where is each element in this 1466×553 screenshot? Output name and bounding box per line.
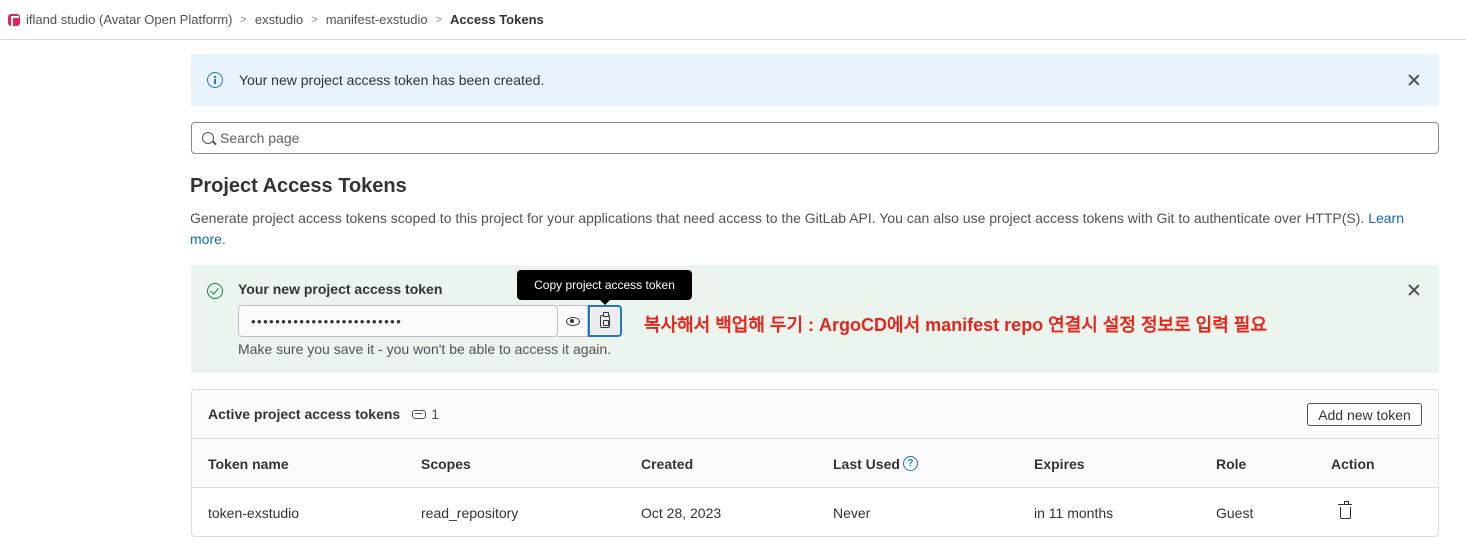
token-created-message: Your new project access token has been c…	[239, 72, 545, 88]
breadcrumb-current[interactable]: Access Tokens	[450, 12, 544, 27]
column-header: Role	[1216, 455, 1247, 472]
new-token-title: Your new project access token	[238, 281, 443, 297]
column-header-last-used: Last Used ?	[833, 439, 918, 488]
last-used-cell: Never	[833, 504, 871, 521]
breadcrumb-item-subgroup[interactable]: exstudio	[255, 12, 303, 27]
close-icon[interactable]	[1407, 73, 1421, 87]
action-cell	[1331, 488, 1352, 536]
table-row: token-exstudio read_repository Oct 28, 2…	[192, 488, 1438, 536]
breadcrumb-separator: >	[240, 13, 247, 26]
scopes-cell: read_repository	[421, 504, 519, 521]
column-header: Action	[1331, 455, 1375, 472]
created-cell: Oct 28, 2023	[641, 504, 722, 521]
copy-tooltip: Copy project access token	[517, 270, 692, 305]
page-description: Generate project access tokens scoped to…	[190, 208, 1440, 250]
card-title: Active project access tokens	[208, 406, 401, 422]
check-circle-icon	[207, 283, 223, 299]
help-icon[interactable]: ?	[902, 456, 918, 471]
annotation-text: 복사해서 백업해 두기 : ArgoCD에서 manifest repo 연결시…	[644, 315, 1267, 335]
reveal-token-button[interactable]	[558, 305, 588, 337]
token-created-alert: Your new project access token has been c…	[191, 54, 1439, 106]
token-count: 1	[431, 406, 440, 422]
search-input[interactable]: Search page	[191, 122, 1439, 154]
table-header-row: Token name Scopes Created Last Used ? Ex…	[192, 439, 1438, 488]
description-text: Generate project access tokens scoped to…	[190, 210, 1365, 226]
clipboard-icon	[600, 311, 610, 328]
expires-cell: in 11 months	[1034, 504, 1114, 521]
column-header: Last Used	[833, 455, 900, 472]
trash-icon[interactable]	[1338, 500, 1352, 519]
new-token-alert: Your new project access token ••••••••••…	[191, 265, 1439, 373]
ifland-logo-icon	[8, 13, 20, 26]
close-icon[interactable]	[1407, 283, 1421, 297]
info-icon	[207, 72, 223, 88]
token-name-cell: token-exstudio	[208, 504, 300, 521]
save-token-note: Make sure you save it - you won't be abl…	[238, 341, 612, 357]
breadcrumb-separator: >	[311, 13, 318, 26]
breadcrumb: ifland studio (Avatar Open Platform) > e…	[0, 0, 1466, 40]
card-header: Active project access tokens 1 Add new t…	[192, 390, 1438, 439]
page-title: Project Access Tokens	[190, 175, 407, 197]
search-placeholder: Search page	[220, 130, 300, 146]
column-header: Created	[641, 455, 694, 472]
column-header: Scopes	[421, 455, 471, 472]
breadcrumb-item-group[interactable]: ifland studio (Avatar Open Platform)	[26, 12, 232, 27]
breadcrumb-separator: >	[435, 13, 443, 26]
breadcrumb-item-project[interactable]: manifest-exstudio	[326, 12, 428, 27]
copy-token-button[interactable]	[588, 305, 622, 337]
add-new-token-button[interactable]: Add new token	[1307, 403, 1422, 426]
token-value-field[interactable]: •••••••••••••••••••••••••	[238, 305, 558, 337]
role-cell: Guest	[1216, 504, 1254, 521]
column-header: Expires	[1034, 455, 1085, 472]
active-tokens-card: Active project access tokens 1 Add new t…	[191, 389, 1439, 537]
token-icon	[412, 409, 427, 419]
search-icon	[202, 132, 214, 144]
eye-icon	[565, 316, 580, 326]
column-header: Token name	[208, 455, 289, 472]
